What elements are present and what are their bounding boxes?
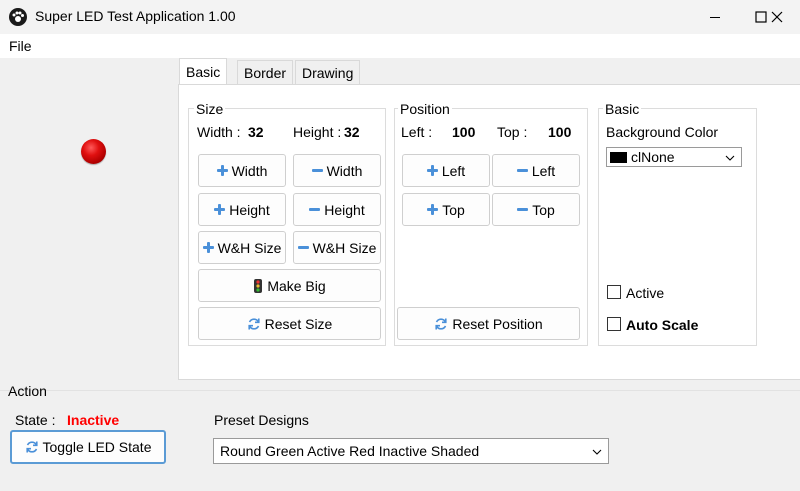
left-value: 100 bbox=[452, 124, 476, 140]
plus-icon bbox=[426, 165, 438, 176]
chevron-down-icon bbox=[592, 449, 602, 455]
plus-icon bbox=[427, 204, 439, 215]
top-value: 100 bbox=[548, 124, 572, 140]
width-label: Width : bbox=[197, 124, 241, 140]
increase-width-button[interactable]: Width bbox=[198, 154, 286, 187]
decrease-left-button[interactable]: Left bbox=[492, 154, 580, 187]
auto-scale-label[interactable]: Auto Scale bbox=[626, 317, 698, 333]
led-preview-area bbox=[0, 58, 179, 390]
toggle-led-state-button[interactable]: Toggle LED State bbox=[10, 430, 166, 464]
top-label: Top : bbox=[497, 124, 528, 140]
background-color-label: Background Color bbox=[606, 124, 719, 140]
decrease-wh-size-button[interactable]: W&H Size bbox=[293, 231, 381, 264]
paw-icon bbox=[9, 8, 27, 26]
minus-icon bbox=[311, 165, 323, 176]
winbtn-layer-30 bbox=[692, 0, 738, 34]
minus-icon bbox=[309, 204, 321, 215]
increase-height-button[interactable]: Height bbox=[198, 193, 286, 226]
state-label: State : bbox=[15, 412, 56, 428]
tab-border[interactable]: Border bbox=[237, 60, 294, 84]
left-label: Left : bbox=[401, 124, 433, 140]
basic-group bbox=[598, 108, 757, 346]
background-color-select[interactable]: clNone bbox=[606, 147, 742, 167]
close-button[interactable] bbox=[754, 0, 800, 34]
tab-drawing[interactable]: Drawing bbox=[295, 60, 361, 84]
height-value: 32 bbox=[344, 124, 360, 140]
decrease-width-button[interactable]: Width bbox=[293, 154, 381, 187]
active-checkbox[interactable] bbox=[607, 285, 621, 299]
minus-icon bbox=[517, 204, 529, 215]
plus-icon bbox=[214, 204, 226, 215]
decrease-height-button[interactable]: Height bbox=[293, 193, 381, 226]
auto-scale-checkbox[interactable] bbox=[607, 317, 621, 331]
active-label[interactable]: Active bbox=[626, 285, 664, 301]
decrease-top-button[interactable]: Top bbox=[492, 193, 580, 226]
tab-basic[interactable]: Basic bbox=[179, 58, 228, 84]
width-value: 32 bbox=[248, 124, 264, 140]
height-label: Height : bbox=[293, 124, 342, 140]
led-indicator[interactable] bbox=[81, 139, 106, 164]
chevron-down-icon bbox=[725, 155, 735, 161]
reset-size-button[interactable]: Reset Size bbox=[198, 307, 381, 340]
close-icon bbox=[771, 11, 783, 23]
size-group-label: Size bbox=[194, 101, 226, 117]
color-swatch bbox=[610, 151, 627, 163]
refresh-icon bbox=[25, 441, 38, 453]
make-big-button[interactable]: Make Big bbox=[198, 269, 381, 302]
plus-icon bbox=[216, 165, 228, 176]
increase-wh-size-button[interactable]: W&H Size bbox=[198, 231, 286, 264]
action-label: Action bbox=[8, 383, 47, 399]
menu-file[interactable]: File bbox=[9, 38, 32, 54]
minus-icon bbox=[297, 242, 309, 253]
position-group-label: Position bbox=[398, 101, 452, 117]
refresh-icon bbox=[435, 317, 447, 330]
plus-icon bbox=[202, 242, 214, 253]
window-title: Super LED Test Application 1.00 bbox=[35, 8, 236, 24]
basic-group-label: Basic bbox=[603, 101, 642, 117]
preset-designs-select[interactable]: Round Green Active Red Inactive Shaded bbox=[213, 438, 609, 464]
reset-position-button[interactable]: Reset Position bbox=[397, 307, 580, 340]
increase-top-button[interactable]: Top bbox=[402, 193, 490, 226]
increase-left-button[interactable]: Left bbox=[402, 154, 490, 187]
traffic-light-icon bbox=[254, 278, 263, 293]
state-value: Inactive bbox=[67, 412, 120, 428]
minus-icon bbox=[516, 165, 528, 176]
refresh-icon bbox=[248, 317, 260, 330]
preset-designs-label: Preset Designs bbox=[214, 412, 309, 428]
menu-bar bbox=[0, 34, 800, 58]
